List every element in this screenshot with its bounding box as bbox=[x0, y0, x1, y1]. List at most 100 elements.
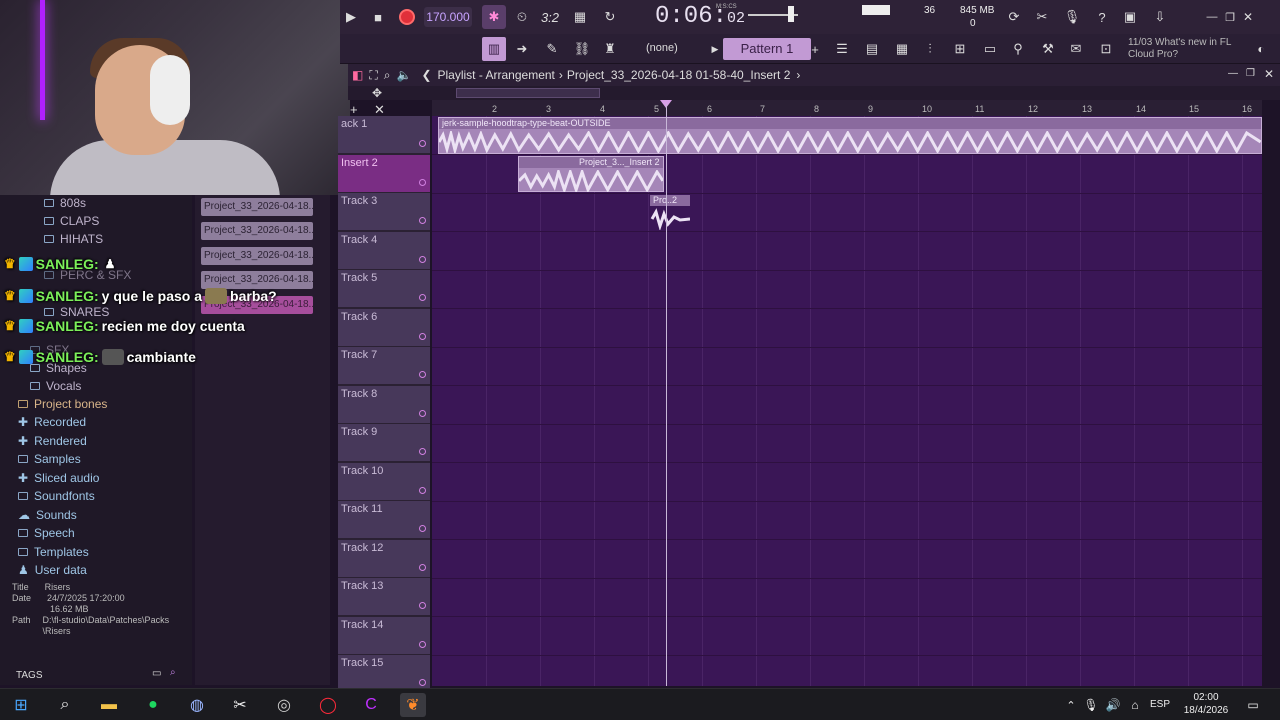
master-volume-handle[interactable] bbox=[788, 6, 794, 22]
browser-item-recorded[interactable]: ✚ Recorded bbox=[18, 415, 86, 429]
browser-item-sounds[interactable]: ☁ Sounds bbox=[18, 508, 77, 522]
playlist-close-icon[interactable]: ✕ bbox=[1264, 67, 1274, 81]
browser-app-icon[interactable]: ◍ bbox=[184, 693, 210, 717]
app-c-icon[interactable]: C bbox=[358, 693, 384, 717]
browser-item-sliced-audio[interactable]: ✚ Sliced audio bbox=[18, 471, 99, 485]
obs-icon[interactable]: ◎ bbox=[271, 693, 297, 717]
picker-clip[interactable]: Project_33_2026-04-18... bbox=[201, 198, 313, 216]
language-indicator[interactable]: ESP bbox=[1150, 699, 1170, 710]
stamp-icon[interactable]: ♜ bbox=[598, 37, 622, 61]
track-header[interactable]: Track 11 bbox=[338, 501, 430, 539]
move-icon[interactable]: ✥ bbox=[372, 86, 382, 100]
add-track-icon[interactable]: + bbox=[350, 102, 358, 117]
browser-item-rendered[interactable]: ✚ Rendered bbox=[18, 434, 87, 448]
track-header[interactable]: Track 4 bbox=[338, 231, 430, 270]
save-icon[interactable]: ▣ bbox=[1118, 5, 1142, 29]
track-header-selected[interactable]: Insert 2 bbox=[338, 154, 430, 193]
picker-clip[interactable]: Project_33_2026-04-18... bbox=[201, 271, 313, 289]
fl-studio-icon[interactable]: ❦ bbox=[400, 693, 426, 717]
track-header[interactable]: Track 13 bbox=[338, 578, 430, 616]
track-header[interactable]: Track 5 bbox=[338, 270, 430, 308]
cart-icon[interactable]: ⊡ bbox=[1094, 37, 1118, 61]
tempo-display[interactable]: 170.000 bbox=[424, 7, 472, 27]
track-header[interactable]: Track 8 bbox=[338, 385, 430, 424]
browser-folder[interactable]: Vocals bbox=[30, 379, 81, 393]
spotify-icon[interactable]: ● bbox=[140, 693, 166, 717]
track-header[interactable]: Track 9 bbox=[338, 424, 430, 462]
notifications-icon[interactable]: ▭ bbox=[1240, 693, 1266, 717]
browser-item-templates[interactable]: Templates bbox=[18, 545, 89, 559]
snap-selector[interactable]: (none) bbox=[646, 42, 678, 54]
mail-icon[interactable]: ✉ bbox=[1064, 37, 1088, 61]
news-panel[interactable]: 11/03 What's new in FL Cloud Pro? bbox=[1128, 37, 1258, 61]
undo-icon[interactable]: ⟳ bbox=[1002, 5, 1026, 29]
track-header[interactable]: Track 6 bbox=[338, 308, 430, 347]
countdown-icon[interactable]: 3:2 bbox=[538, 5, 562, 29]
arrow-right-icon[interactable]: ➜ bbox=[510, 37, 534, 61]
piano-roll-icon[interactable]: ▤ bbox=[860, 37, 884, 61]
channel-rack-icon[interactable]: ▦ bbox=[890, 37, 914, 61]
overview-scroll[interactable] bbox=[456, 88, 600, 98]
playlist-grid[interactable]: jerk-sample-hoodtrap-type-beat-OUTSIDE P… bbox=[432, 116, 1262, 686]
track-header[interactable]: Track 7 bbox=[338, 347, 430, 385]
browser-item-user-data[interactable]: ♟ User data bbox=[18, 563, 87, 577]
playlist-maximize-icon[interactable]: ❐ bbox=[1246, 68, 1255, 79]
add-pattern-icon[interactable]: + bbox=[808, 37, 822, 61]
minimize-icon[interactable]: — bbox=[1204, 5, 1220, 29]
picker-clip[interactable]: Project_33_2026-04-18... bbox=[201, 247, 313, 265]
search-icon[interactable]: ⌕ bbox=[52, 693, 78, 717]
fl-cloud-icon[interactable]: ◐ bbox=[1252, 37, 1270, 61]
tag-search-icon[interactable]: ⌕ bbox=[170, 667, 176, 678]
arrow-left-icon[interactable]: ❮ bbox=[421, 68, 431, 82]
browser-item-speech[interactable]: Speech bbox=[18, 526, 75, 540]
tag-filter-icon[interactable]: ▭ bbox=[152, 668, 161, 679]
link-icon[interactable]: ⛓ bbox=[570, 37, 594, 61]
play-pattern-icon[interactable]: ▶ bbox=[708, 37, 722, 61]
pattern-selector[interactable]: Pattern 1 bbox=[723, 38, 811, 60]
track-header[interactable]: Track 3 bbox=[338, 193, 430, 231]
speaker-icon[interactable]: 🔈 bbox=[396, 68, 411, 82]
menu-icon[interactable]: ◧ bbox=[352, 68, 363, 82]
browser-folder[interactable]: 808s bbox=[44, 196, 86, 210]
cut-icon[interactable]: ✂ bbox=[1030, 5, 1054, 29]
taskbar-clock[interactable]: 02:00 18/4/2026 bbox=[1176, 691, 1236, 717]
browser-folder[interactable]: HIHATS bbox=[44, 232, 103, 246]
opera-icon[interactable]: ◯ bbox=[315, 693, 341, 717]
browser-item-samples[interactable]: Samples bbox=[18, 452, 81, 466]
loop-record-icon[interactable]: ↻ bbox=[598, 5, 622, 29]
browser-item-project-bones[interactable]: Project bones bbox=[18, 397, 107, 411]
picker-clip[interactable]: Project_33_2026-04-18... bbox=[201, 222, 313, 240]
browser-item-soundfonts[interactable]: Soundfonts bbox=[18, 489, 95, 503]
search-icon[interactable]: ⌕ bbox=[384, 68, 391, 83]
maximize-icon[interactable]: ❐ bbox=[1222, 5, 1238, 29]
audio-clip-small[interactable]: Pro..2 bbox=[650, 195, 690, 231]
network-icon[interactable]: ⌂ bbox=[1122, 693, 1148, 717]
resize-icon[interactable]: ⛶ bbox=[369, 68, 377, 83]
plugin-icon[interactable]: ⚲ bbox=[1006, 37, 1030, 61]
playlist-icon[interactable]: ☰ bbox=[830, 37, 854, 61]
close-icon[interactable]: ✕ bbox=[1240, 5, 1256, 29]
track-header[interactable]: Track 14 bbox=[338, 616, 430, 655]
step-edit-icon[interactable]: ▦ bbox=[568, 5, 592, 29]
export-icon[interactable]: ⇩ bbox=[1148, 5, 1172, 29]
audio-clip-insert-2[interactable]: Project_3..._Insert 2 bbox=[518, 156, 664, 192]
stop-button[interactable]: ■ bbox=[368, 5, 388, 29]
help-icon[interactable]: ? bbox=[1090, 5, 1114, 29]
track-header[interactable]: Track 12 bbox=[338, 539, 430, 578]
wait-input-icon[interactable]: ⏲ bbox=[510, 5, 534, 29]
track-header[interactable]: Track 10 bbox=[338, 462, 430, 501]
file-explorer-icon[interactable]: ▬ bbox=[96, 693, 122, 717]
browser-icon[interactable]: ⊞ bbox=[948, 37, 972, 61]
browser-folder[interactable]: SNARES bbox=[44, 305, 109, 319]
draw-icon[interactable]: ✎ bbox=[540, 37, 564, 61]
project-icon[interactable]: ▭ bbox=[978, 37, 1002, 61]
playlist-view-icon[interactable]: ▥ bbox=[482, 37, 506, 61]
mixer-icon[interactable]: ⫶ bbox=[918, 37, 942, 61]
microphone-icon[interactable]: 🎙 bbox=[1060, 5, 1084, 29]
metronome-icon[interactable]: ✱ bbox=[482, 5, 506, 29]
browser-folder[interactable]: CLAPS bbox=[44, 214, 99, 228]
timeline-ruler[interactable]: 2 3 4 5 6 7 8 9 10 11 12 13 14 15 16 bbox=[432, 100, 1262, 116]
record-button[interactable] bbox=[396, 5, 418, 29]
play-icon[interactable]: ▶ bbox=[344, 5, 358, 29]
tools-icon[interactable]: ⚒ bbox=[1036, 37, 1060, 61]
